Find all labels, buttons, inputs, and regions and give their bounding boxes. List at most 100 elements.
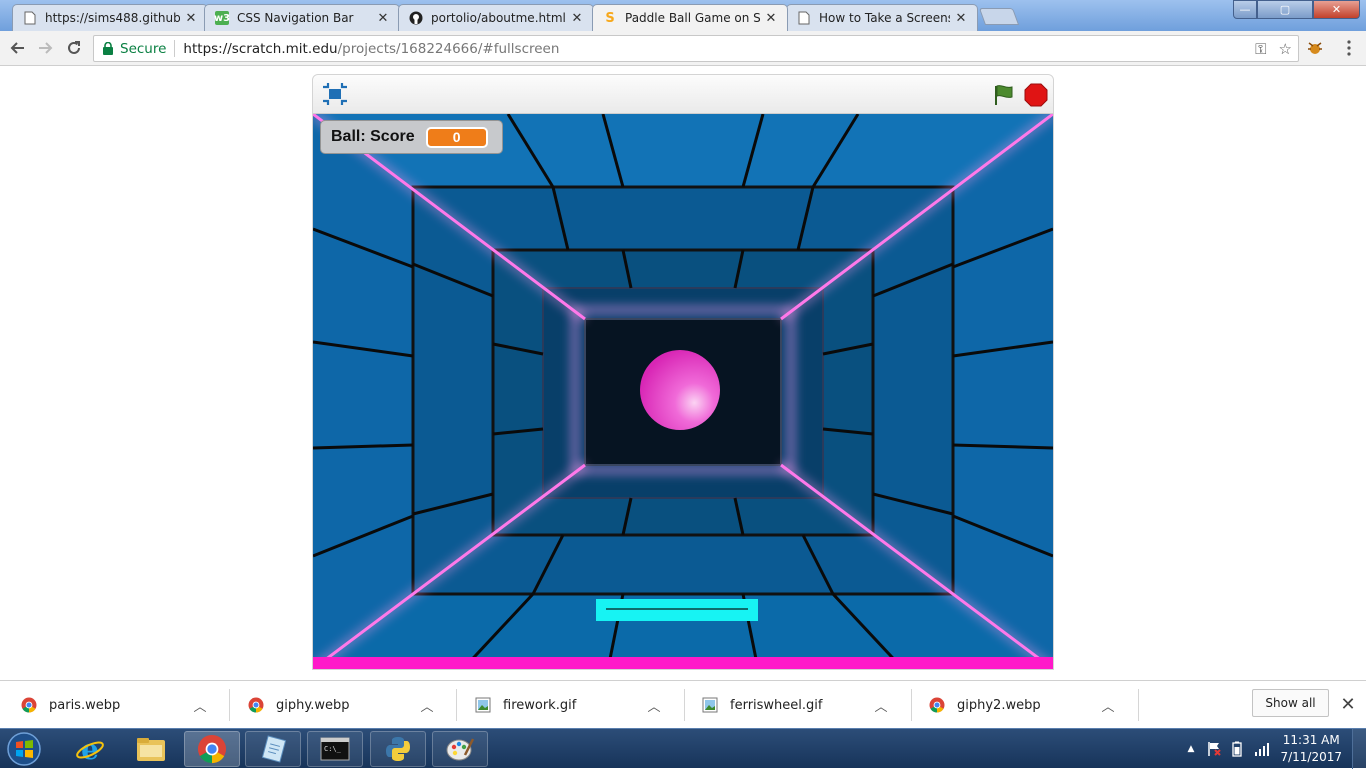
bookmark-star-icon[interactable]: ☆ (1279, 40, 1292, 58)
close-icon[interactable]: ✕ (954, 11, 968, 26)
minimize-icon: — (1239, 3, 1251, 16)
close-icon[interactable]: ✕ (376, 11, 390, 26)
tab-paddle-ball-game[interactable]: S Paddle Ball Game on Scra ✕ (592, 4, 788, 31)
bottom-boundary (313, 657, 1053, 669)
windows-taskbar: e C:\_ ▲ 11:31 AM 7/11/2017 (0, 728, 1366, 769)
paint-palette-icon (446, 738, 475, 761)
show-all-downloads-button[interactable]: Show all (1252, 689, 1329, 717)
url-host: https://scratch.mit.edu (183, 40, 338, 57)
key-icon[interactable]: ⚿ (1255, 40, 1266, 58)
tab-how-to-screenshot[interactable]: How to Take a Screensho ✕ (786, 4, 978, 31)
download-item[interactable]: paris.webp ︿ (0, 681, 226, 729)
show-hidden-icons-arrow[interactable]: ▲ (1188, 744, 1195, 754)
chevron-up-icon[interactable]: ︿ (871, 696, 891, 715)
chevron-up-icon[interactable]: ︿ (190, 696, 210, 715)
chevron-up-icon[interactable]: ︿ (1098, 696, 1118, 715)
tab-css-navigation-bar[interactable]: w3 CSS Navigation Bar ✕ (204, 4, 400, 31)
notepad-icon (261, 735, 287, 763)
download-filename: giphy.webp (276, 697, 350, 713)
green-flag-icon (995, 85, 1013, 105)
close-icon[interactable]: ✕ (570, 11, 584, 26)
maximize-button[interactable]: ▢ (1257, 0, 1313, 19)
taskbar-file-explorer[interactable] (123, 731, 179, 767)
forward-arrow-icon (39, 42, 53, 54)
download-item[interactable]: firework.gif ︿ (454, 681, 680, 729)
internet-explorer-icon: e (76, 733, 104, 765)
page-icon (23, 11, 37, 25)
player-controls (313, 75, 1053, 114)
new-tab-button[interactable] (978, 8, 1020, 25)
extension-button[interactable] (1304, 37, 1326, 59)
reload-button[interactable] (63, 37, 85, 59)
exit-fullscreen-button[interactable] (322, 83, 348, 105)
action-center-flag-icon[interactable] (1206, 741, 1222, 757)
battery-icon[interactable] (1232, 741, 1243, 757)
taskbar-notepad[interactable] (245, 731, 301, 767)
chevron-up-icon[interactable]: ︿ (644, 696, 664, 715)
system-tray: ▲ 11:31 AM 7/11/2017 (1188, 729, 1366, 769)
chrome-menu-button[interactable] (1338, 37, 1360, 59)
tab-title: portolio/aboutme.html a (431, 11, 566, 25)
browser-tab-strip: https://sims488.github.io ✕ w3 CSS Navig… (0, 0, 1366, 31)
chrome-file-icon (21, 697, 37, 713)
back-button[interactable] (6, 37, 28, 59)
monitor-label: Ball: Score (331, 128, 415, 145)
reload-icon (68, 41, 80, 54)
download-filename: ferriswheel.gif (730, 697, 823, 713)
chrome-file-icon (248, 697, 264, 713)
download-shelf: paris.webp ︿ giphy.webp ︿ firework.gif ︿… (0, 680, 1366, 728)
download-item[interactable]: giphy2.webp ︿ (908, 681, 1134, 729)
download-filename: giphy2.webp (957, 697, 1041, 713)
download-item[interactable]: ferriswheel.gif ︿ (681, 681, 907, 729)
taskbar-chrome[interactable] (184, 731, 240, 767)
show-desktop-button[interactable] (1352, 729, 1366, 769)
forward-button[interactable] (35, 37, 57, 59)
more-vertical-icon (1347, 40, 1351, 56)
clock[interactable]: 11:31 AM 7/11/2017 (1280, 732, 1342, 766)
chrome-icon (197, 734, 227, 764)
close-download-shelf-button[interactable]: ✕ (1338, 694, 1358, 715)
chevron-up-icon[interactable]: ︿ (417, 696, 437, 715)
github-icon (409, 11, 423, 25)
taskbar-command-prompt[interactable]: C:\_ (307, 731, 363, 767)
tab-github-aboutme[interactable]: portolio/aboutme.html a ✕ (398, 4, 594, 31)
score-monitor: Ball: Score 0 (320, 120, 503, 154)
taskbar-internet-explorer[interactable]: e (62, 731, 118, 767)
stop-button[interactable] (1024, 83, 1048, 107)
page-icon (797, 11, 811, 25)
scratch-player: Ball: Score 0 (312, 74, 1054, 670)
close-icon[interactable]: ✕ (764, 11, 778, 26)
score-value: 0 (425, 126, 488, 148)
lock-icon (103, 42, 113, 55)
divider (1138, 689, 1139, 721)
close-icon: ✕ (1331, 3, 1342, 16)
tunnel-background (313, 114, 1053, 669)
secure-label: Secure (120, 40, 167, 57)
stop-sign-icon (1024, 83, 1048, 107)
svg-text:C:\_: C:\_ (324, 745, 342, 753)
ball (640, 350, 720, 430)
start-button[interactable] (4, 730, 44, 768)
back-arrow-icon (10, 42, 24, 54)
game-stage[interactable]: Ball: Score 0 (313, 114, 1053, 669)
extension-bug-icon (1308, 42, 1322, 54)
green-flag-button[interactable] (992, 83, 1016, 107)
download-item[interactable]: giphy.webp ︿ (227, 681, 453, 729)
address-bar[interactable]: Secure https://scratch.mit.edu/projects/… (93, 35, 1299, 62)
tab-sims488[interactable]: https://sims488.github.io ✕ (12, 4, 208, 31)
taskbar-python[interactable] (370, 731, 426, 767)
scratch-icon: S (605, 10, 615, 26)
image-file-icon (475, 697, 491, 713)
browser-toolbar: Secure https://scratch.mit.edu/projects/… (0, 31, 1366, 66)
secure-indicator[interactable]: Secure (94, 41, 166, 57)
paddle (596, 599, 758, 621)
window-close-button[interactable]: ✕ (1313, 0, 1360, 19)
chrome-file-icon (929, 697, 945, 713)
windows-logo-icon (7, 732, 41, 766)
minimize-button[interactable]: — (1233, 0, 1257, 19)
image-file-icon (702, 697, 718, 713)
close-icon[interactable]: ✕ (184, 11, 198, 26)
w3schools-icon: w3 (213, 11, 231, 25)
network-signal-icon[interactable] (1254, 742, 1270, 756)
taskbar-paint[interactable] (432, 731, 488, 767)
